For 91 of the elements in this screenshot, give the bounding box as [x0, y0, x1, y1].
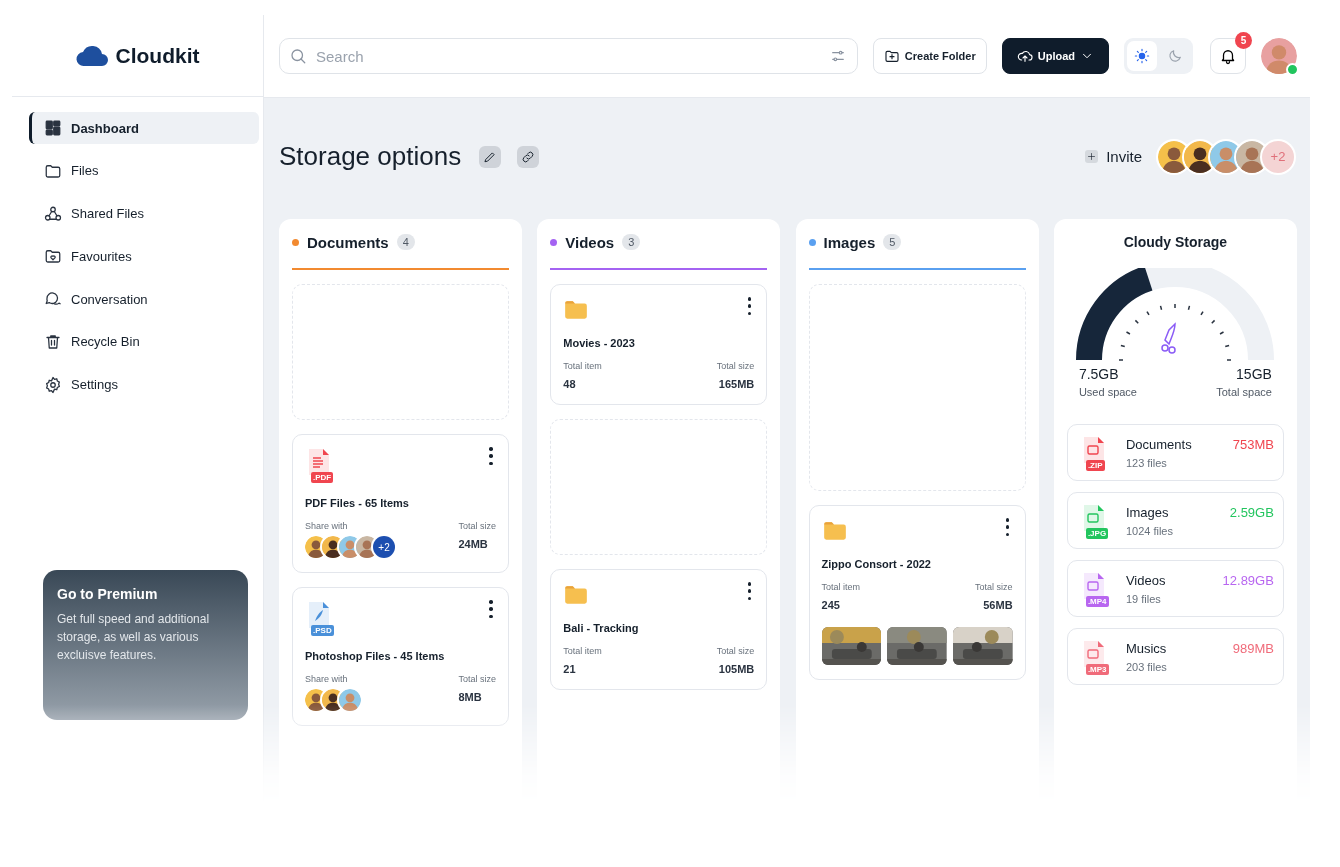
items-value: 48 — [563, 378, 577, 390]
invite-button[interactable]: Invite — [1085, 148, 1142, 165]
file-count: 123 files — [1125, 456, 1168, 469]
settings-icon — [44, 375, 62, 394]
column-title: Images — [823, 233, 876, 251]
size-label: Total size — [458, 674, 496, 684]
total-space-value: 15GB — [1235, 366, 1272, 382]
plus-icon — [1087, 152, 1097, 161]
count-badge: 5 — [883, 234, 902, 250]
category-name: Images — [1125, 504, 1170, 520]
sidebar-item[interactable]: Shared Files — [29, 197, 259, 230]
more-options-button[interactable] — [486, 447, 496, 465]
moon-icon — [1167, 48, 1183, 64]
file-count: 1024 files — [1125, 524, 1174, 537]
folder-plus-icon — [883, 48, 900, 64]
card-title: Movies - 2023 — [563, 337, 636, 349]
column-title: Videos — [565, 233, 615, 251]
size-value: 56MB — [982, 599, 1013, 611]
premium-text: Get full speed and additional storage, as well as various excluisve features. — [57, 611, 211, 664]
size-value: 989MB — [1232, 641, 1274, 656]
link-icon — [521, 149, 536, 164]
size-value: 753MB — [1232, 437, 1274, 452]
items-label: Total item — [563, 361, 602, 371]
pencil-icon — [483, 149, 498, 164]
column-title: Documents — [307, 233, 389, 251]
page-title: Storage options — [279, 141, 462, 172]
used-space-label: Used space — [1078, 386, 1137, 398]
size-label: Total size — [458, 521, 496, 531]
sidebar-item[interactable]: Settings — [29, 368, 259, 401]
size-value: 105MB — [717, 663, 755, 675]
total-space-label: Total space — [1216, 386, 1272, 398]
size-label: Total size — [716, 361, 755, 371]
storage-item[interactable]: .JPG Images 1024 files 2.59GB — [1066, 492, 1284, 549]
size-value: 2.59GB — [1229, 505, 1274, 520]
size-label: Total size — [975, 582, 1013, 592]
sidebar-item[interactable]: Dashboard — [29, 112, 259, 144]
premium-title: Go to Premium — [57, 586, 159, 602]
link-button[interactable] — [517, 145, 540, 168]
filter-sliders-icon — [829, 48, 846, 64]
sidebar-item[interactable]: Favourites — [29, 240, 259, 273]
category-name: Musics — [1125, 640, 1168, 656]
sidebar-item[interactable]: Files — [29, 154, 259, 187]
share-label: Share with — [305, 674, 349, 684]
sun-icon — [1134, 48, 1150, 64]
edit-button[interactable] — [479, 145, 502, 168]
brand-name: Cloudkit — [115, 43, 200, 68]
storage-item[interactable]: .ZIP Documents 123 files 753MB — [1066, 424, 1284, 481]
items-label: Total item — [821, 582, 861, 592]
card-title: Zippo Consort - 2022 — [821, 558, 932, 570]
storage-item[interactable]: .MP4 Videos 19 files 12.89GB — [1066, 560, 1284, 617]
file-count: 19 files — [1125, 592, 1162, 605]
heart-folder-icon — [44, 247, 62, 266]
card-title: Photoshop Files - 45 Items — [305, 650, 446, 662]
size-value: 12.89GB — [1222, 573, 1274, 588]
storage-item[interactable]: .MP3 Musics 203 files 989MB — [1066, 628, 1284, 685]
items-value: 21 — [563, 663, 577, 675]
count-badge: 3 — [622, 234, 641, 250]
cloud-upload-icon — [1016, 48, 1033, 64]
more-members-count: +2 — [1262, 140, 1294, 173]
more-count: +2 — [373, 536, 395, 558]
avatar — [1261, 38, 1297, 74]
share-label: Share with — [305, 521, 349, 531]
trash-icon — [44, 333, 62, 351]
storage-title: Cloudy Storage — [1122, 234, 1229, 250]
category-name: Documents — [1125, 436, 1193, 452]
cloud-logo-icon — [75, 44, 110, 67]
sidebar-item[interactable]: Conversation — [29, 283, 259, 316]
dashboard-icon — [44, 119, 62, 137]
category-name: Videos — [1125, 572, 1167, 588]
file-count: 203 files — [1125, 660, 1168, 673]
used-space-value: 7.5GB — [1078, 366, 1120, 382]
upload-button[interactable]: Upload — [1001, 38, 1109, 74]
size-label: Total size — [716, 646, 755, 656]
create-folder-button[interactable]: Create Folder — [872, 38, 987, 74]
card-title: Bali - Tracking — [563, 622, 640, 634]
shared-icon — [44, 204, 62, 223]
card-title: PDF Files - 65 Items — [305, 497, 410, 509]
sidebar-item[interactable]: Recycle Bin — [29, 326, 259, 358]
items-value: 245 — [821, 599, 841, 611]
items-label: Total item — [563, 646, 602, 656]
count-badge: 4 — [396, 234, 415, 250]
sun-button[interactable] — [1127, 41, 1157, 71]
bell-icon — [1219, 47, 1237, 65]
search-field[interactable]: Search — [279, 38, 858, 74]
avatar — [339, 689, 361, 711]
notification-badge: 5 — [1235, 32, 1252, 49]
size-value: 165MB — [717, 378, 755, 390]
size-value: 8MB — [458, 691, 483, 703]
more-options-button[interactable] — [486, 600, 496, 618]
notifications-button[interactable] — [1210, 38, 1246, 74]
size-value: 24MB — [458, 538, 489, 550]
